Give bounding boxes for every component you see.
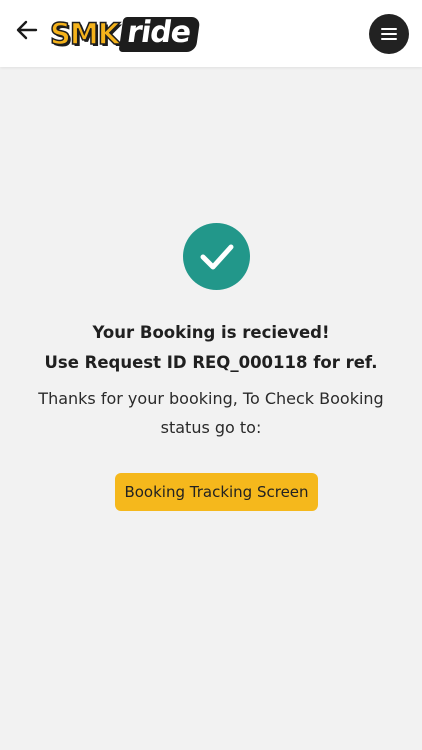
hamburger-menu-icon [381,28,397,40]
confirmation-panel: Your Booking is recieved! Use Request ID… [0,67,422,750]
booking-tracking-button[interactable]: Booking Tracking Screen [115,473,318,511]
logo-ride-text: ride [118,15,201,52]
arrow-left-icon [16,20,38,40]
success-badge [183,223,250,290]
app-header: SMK ride [0,0,422,67]
logo-smk-text: SMK [49,16,121,51]
smkride-logo[interactable]: SMK ride [49,14,201,54]
back-button[interactable] [14,17,40,43]
booking-status-description: Thanks for your booking, To Check Bookin… [38,389,384,437]
request-id-text: Use Request ID REQ_000118 for ref. [44,353,378,372]
booking-received-title: Your Booking is recieved! [92,323,330,342]
checkmark-icon [200,244,233,269]
menu-button[interactable] [369,14,409,54]
